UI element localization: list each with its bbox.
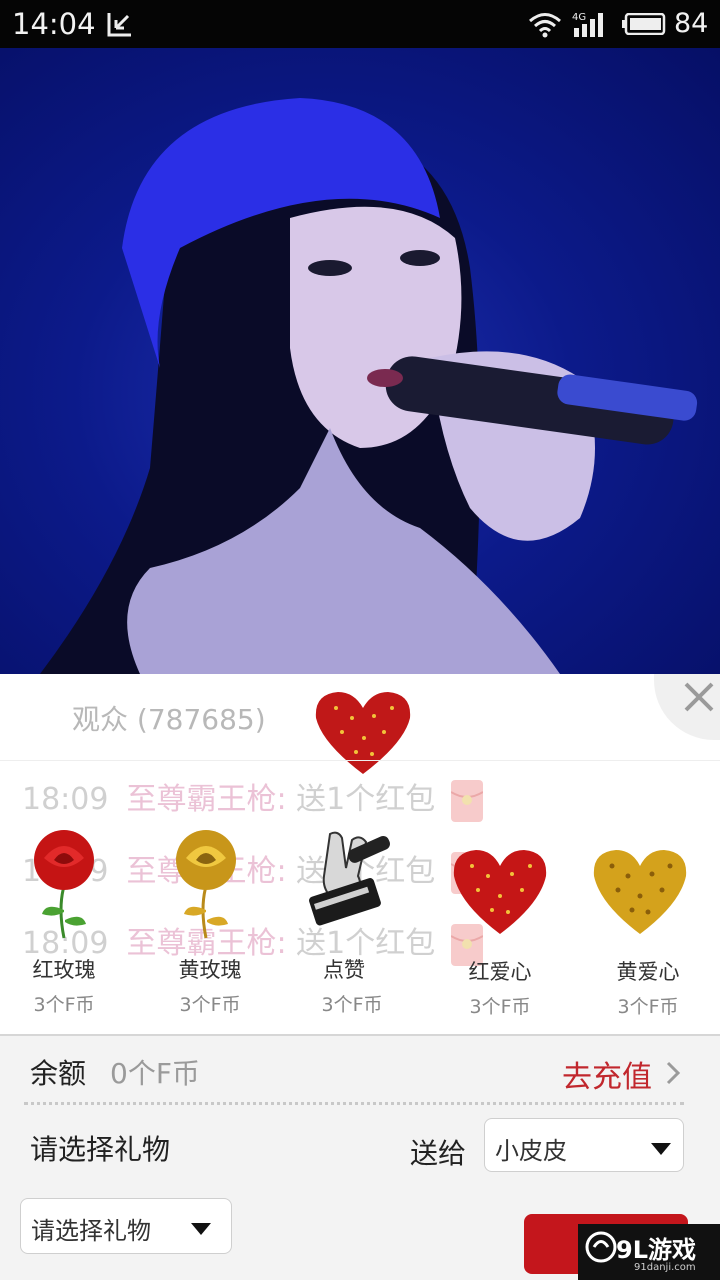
chevron-down-icon: [651, 1143, 671, 1155]
chat-message: 18:09 至尊霸王枪: 送1个红包: [22, 774, 483, 822]
gift-price: 3个F币: [469, 996, 531, 1018]
gift-item-red-heart[interactable]: [430, 846, 570, 936]
chevron-down-icon: [191, 1223, 211, 1235]
gift-price: 3个F币: [179, 994, 241, 1016]
gift-item-like[interactable]: [274, 828, 414, 938]
gift-name: 黄玫瑰: [178, 958, 242, 982]
divider: [0, 760, 720, 761]
recharge-link[interactable]: 去充值: [562, 1052, 652, 1096]
send-to-label: 送给: [410, 1137, 467, 1170]
gift-item-yellow-rose[interactable]: [136, 828, 276, 940]
battery-level: 84: [674, 8, 709, 39]
gift-name: 红玫瑰: [32, 958, 96, 982]
status-bar: 14:04 4G 84: [0, 0, 720, 48]
battery-icon: [622, 13, 666, 35]
chat-time: 18:09: [22, 782, 109, 817]
gift-type-dropdown[interactable]: 请选择礼物: [20, 1198, 232, 1254]
status-time: 14:04: [12, 7, 96, 41]
balance-value: 0个F币: [110, 1057, 200, 1090]
download-notification-icon: [107, 13, 131, 37]
singer-video-frame: [40, 98, 698, 674]
gift-name: 点赞: [323, 958, 365, 982]
select-gift-label: 请选择礼物: [30, 1133, 171, 1166]
watermark-url: 91danji.com: [634, 1262, 696, 1273]
chat-user: 至尊霸王枪:: [126, 782, 287, 817]
gift-price: 3个F币: [33, 994, 95, 1016]
watermark-title: 9L游戏: [616, 1236, 696, 1264]
signal-icon: 4G: [572, 12, 603, 37]
red-heart-icon: [453, 850, 547, 934]
svg-text:4G: 4G: [572, 12, 586, 23]
live-video[interactable]: [0, 48, 720, 674]
site-logo-icon: [585, 1231, 617, 1263]
red-envelope-icon: [450, 779, 483, 822]
balance-label: 余额: [30, 1057, 87, 1090]
dotted-divider: [24, 1102, 684, 1105]
gift-name: 红爱心: [468, 960, 532, 984]
gift-type-value: 请选择礼物: [31, 1217, 151, 1245]
gift-price: 3个F币: [617, 996, 679, 1018]
gift-name: 黄爱心: [616, 960, 680, 984]
yellow-rose-icon: [176, 830, 236, 939]
yellow-heart-icon: [593, 850, 687, 934]
voice-china-like-icon: [309, 831, 390, 926]
close-icon[interactable]: [682, 680, 716, 714]
wifi-icon: [529, 13, 561, 38]
recipient-value: 小皮皮: [495, 1137, 567, 1165]
gift-item-yellow-heart[interactable]: [570, 846, 710, 936]
floating-heart-gift-icon: [315, 692, 411, 774]
audience-count: 观众 (787685): [72, 703, 266, 736]
gift-item-red-rose[interactable]: [0, 828, 134, 940]
gift-price: 3个F币: [321, 994, 383, 1016]
red-rose-icon: [34, 830, 94, 939]
chevron-right-icon[interactable]: [664, 1060, 682, 1086]
chat-text: 送1个红包: [296, 782, 436, 817]
site-watermark: 9L游戏 91danji.com: [578, 1224, 720, 1280]
recipient-dropdown[interactable]: 小皮皮: [484, 1118, 684, 1172]
